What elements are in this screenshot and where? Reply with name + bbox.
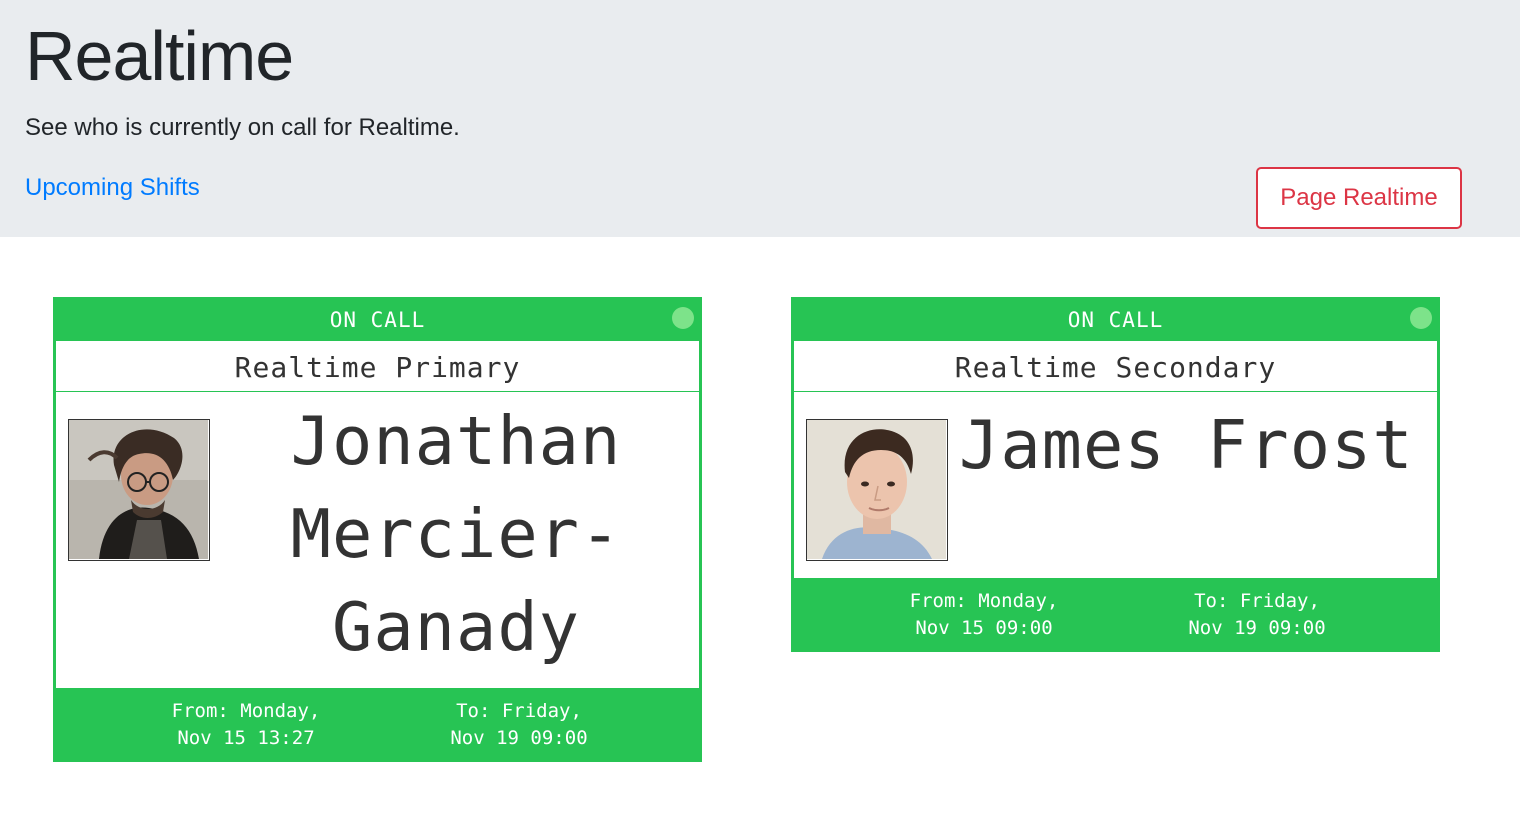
- avatar-photo-icon: [807, 420, 946, 559]
- header-banner: Realtime See who is currently on call fo…: [0, 0, 1520, 237]
- shift-to: To: Friday, Nov 19 09:00: [450, 700, 588, 749]
- avatar: [806, 419, 948, 561]
- page-subtitle: See who is currently on call for Realtim…: [25, 114, 460, 141]
- page-title: Realtime: [25, 17, 294, 95]
- oncall-person-name: James Frost: [959, 406, 1414, 484]
- oncall-card-primary: ON CALL Realtime Primary Jonathan Mercie…: [53, 297, 702, 762]
- shift-from: From: Monday, Nov 15 13:27: [171, 700, 321, 749]
- oncall-card-secondary: ON CALL Realtime Secondary James Frost F…: [791, 297, 1440, 652]
- rotation-name: Realtime Primary: [56, 341, 699, 392]
- shift-from: From: Monday, Nov 15 09:00: [909, 590, 1059, 639]
- status-indicator-icon: [672, 307, 694, 329]
- card-status-label: ON CALL: [329, 308, 426, 332]
- avatar-photo-icon: [69, 420, 208, 559]
- upcoming-shifts-link[interactable]: Upcoming Shifts: [25, 172, 200, 204]
- shift-times: From: Monday, Nov 15 09:00 To: Friday, N…: [791, 578, 1440, 652]
- card-status-header: ON CALL: [53, 297, 702, 341]
- card-status-header: ON CALL: [791, 297, 1440, 341]
- avatar: [68, 419, 210, 561]
- shift-times: From: Monday, Nov 15 13:27 To: Friday, N…: [53, 688, 702, 762]
- rotation-name: Realtime Secondary: [794, 341, 1437, 392]
- card-body: Realtime Primary Jonathan Mercier-Ganady: [56, 341, 699, 688]
- status-indicator-icon: [1410, 307, 1432, 329]
- shift-to: To: Friday, Nov 19 09:00: [1188, 590, 1326, 639]
- page-realtime-button[interactable]: Page Realtime: [1256, 167, 1462, 229]
- card-body: Realtime Secondary James Frost: [794, 341, 1437, 578]
- oncall-person-name: Jonathan Mercier-Ganady: [290, 402, 622, 666]
- card-status-label: ON CALL: [1067, 308, 1164, 332]
